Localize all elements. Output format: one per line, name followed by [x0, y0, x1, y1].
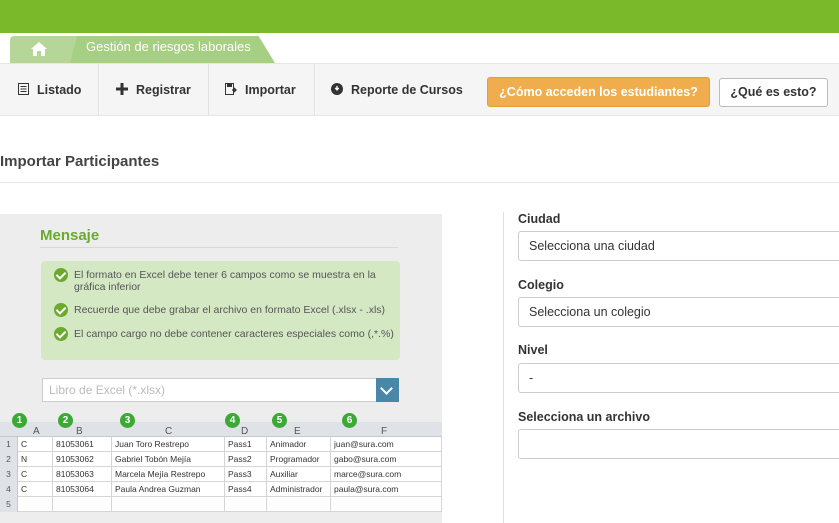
table-row: 5 [0, 497, 442, 512]
table-cell: juan@sura.com [331, 437, 442, 452]
excel-col-c: C [165, 426, 173, 437]
page-title: Importar Participantes [0, 153, 160, 170]
message-title: Mensaje [40, 227, 100, 244]
home-icon [31, 42, 47, 56]
excel-type-select-placeholder: Libro de Excel (*.xlsx) [49, 383, 166, 397]
list-icon [18, 82, 29, 98]
what-is-this-button[interactable]: ¿Qué es esto? [719, 78, 828, 107]
table-cell: 81053064 [53, 482, 112, 497]
level-label: Nivel [518, 343, 548, 357]
row-number: 5 [0, 497, 18, 512]
level-select[interactable]: - [518, 363, 839, 393]
city-label: Ciudad [518, 212, 561, 226]
excel-col-e: E [294, 426, 301, 437]
table-cell: Programador [267, 452, 331, 467]
table-cell [331, 497, 442, 512]
table-cell: gabo@sura.com [331, 452, 442, 467]
table-cell: C [18, 482, 53, 497]
column-marker: 1 [12, 413, 27, 428]
nav-listado-label: Listado [37, 83, 82, 97]
top-bar [0, 0, 839, 33]
nav-registrar[interactable]: Registrar [99, 64, 209, 116]
nav-reporte-cursos-label: Reporte de Cursos [351, 83, 463, 97]
file-input[interactable] [518, 429, 839, 459]
table-cell: marce@sura.com [331, 467, 442, 482]
table-cell: N [18, 452, 53, 467]
table-cell: Juan Toro Restrepo [112, 437, 225, 452]
row-number: 4 [0, 482, 18, 497]
excel-col-d: D [241, 426, 249, 437]
school-select[interactable]: Selecciona un colegio [518, 297, 839, 327]
info-circle-icon [331, 82, 343, 98]
toolbar: Listado Registrar Importar Reporte de Cu… [0, 63, 839, 116]
table-row: 3 C 81053063 Marcela Mejía Restrepo Pass… [0, 467, 442, 482]
table-cell [225, 497, 267, 512]
table-cell [267, 497, 331, 512]
excel-example-sheet: A B C D E F 1 C 81053061 Juan Toro Restr… [0, 422, 442, 512]
table-cell: Pass3 [225, 467, 267, 482]
check-circle-icon [54, 303, 68, 317]
column-marker: 3 [120, 413, 135, 428]
school-label: Colegio [518, 278, 564, 292]
table-cell: 81053063 [53, 467, 112, 482]
table-cell: Pass2 [225, 452, 267, 467]
excel-col-a: A [33, 426, 40, 437]
import-icon [225, 82, 237, 98]
column-marker: 5 [272, 413, 287, 428]
file-label: Selecciona un archivo [518, 410, 650, 424]
nav-reporte-cursos[interactable]: Reporte de Cursos [315, 64, 478, 116]
column-marker: 2 [58, 413, 73, 428]
plus-icon [116, 82, 128, 98]
row-number: 3 [0, 467, 18, 482]
how-students-access-button[interactable]: ¿Cómo acceden los estudiantes? [487, 77, 710, 107]
check-circle-icon [54, 268, 68, 282]
table-cell: 91053062 [53, 452, 112, 467]
table-cell: 81053061 [53, 437, 112, 452]
row-number: 1 [0, 437, 18, 452]
table-cell [18, 497, 53, 512]
table-cell: Paula Andrea Guzman [112, 482, 225, 497]
nav-importar[interactable]: Importar [209, 64, 315, 116]
breadcrumb-home[interactable] [10, 36, 70, 63]
column-marker: 4 [225, 413, 240, 428]
table-cell: Animador [267, 437, 331, 452]
table-cell: Administrador [267, 482, 331, 497]
table-cell: Pass4 [225, 482, 267, 497]
nav-listado[interactable]: Listado [0, 64, 99, 116]
table-cell: C [18, 437, 53, 452]
row-number: 2 [0, 452, 18, 467]
chevron-down-icon[interactable] [376, 378, 399, 402]
nav-importar-label: Importar [245, 83, 296, 97]
column-marker: 6 [342, 413, 357, 428]
divider [0, 182, 839, 183]
table-cell [53, 497, 112, 512]
table-row: 4 C 81053064 Paula Andrea Guzman Pass4 A… [0, 482, 442, 497]
table-cell: Gabriel Tobón Mejía [112, 452, 225, 467]
city-select[interactable]: Selecciona una ciudad [518, 231, 839, 261]
panel-divider [503, 212, 504, 523]
excel-col-f: F [381, 426, 388, 437]
message-divider [40, 247, 398, 248]
table-cell: paula@sura.com [331, 482, 442, 497]
breadcrumb-current[interactable]: Gestión de riesgos laborales [70, 36, 275, 63]
table-cell: Auxiliar [267, 467, 331, 482]
table-cell [112, 497, 225, 512]
excel-type-select[interactable]: Libro de Excel (*.xlsx) [42, 378, 399, 402]
table-row: 1 C 81053061 Juan Toro Restrepo Pass1 An… [0, 437, 442, 452]
check-circle-icon [54, 327, 68, 341]
nav-registrar-label: Registrar [136, 83, 191, 97]
table-cell: Pass1 [225, 437, 267, 452]
table-cell: Marcela Mejía Restrepo [112, 467, 225, 482]
excel-col-b: B [76, 426, 83, 437]
table-cell: C [18, 467, 53, 482]
table-row: 2 N 91053062 Gabriel Tobón Mejía Pass2 P… [0, 452, 442, 467]
